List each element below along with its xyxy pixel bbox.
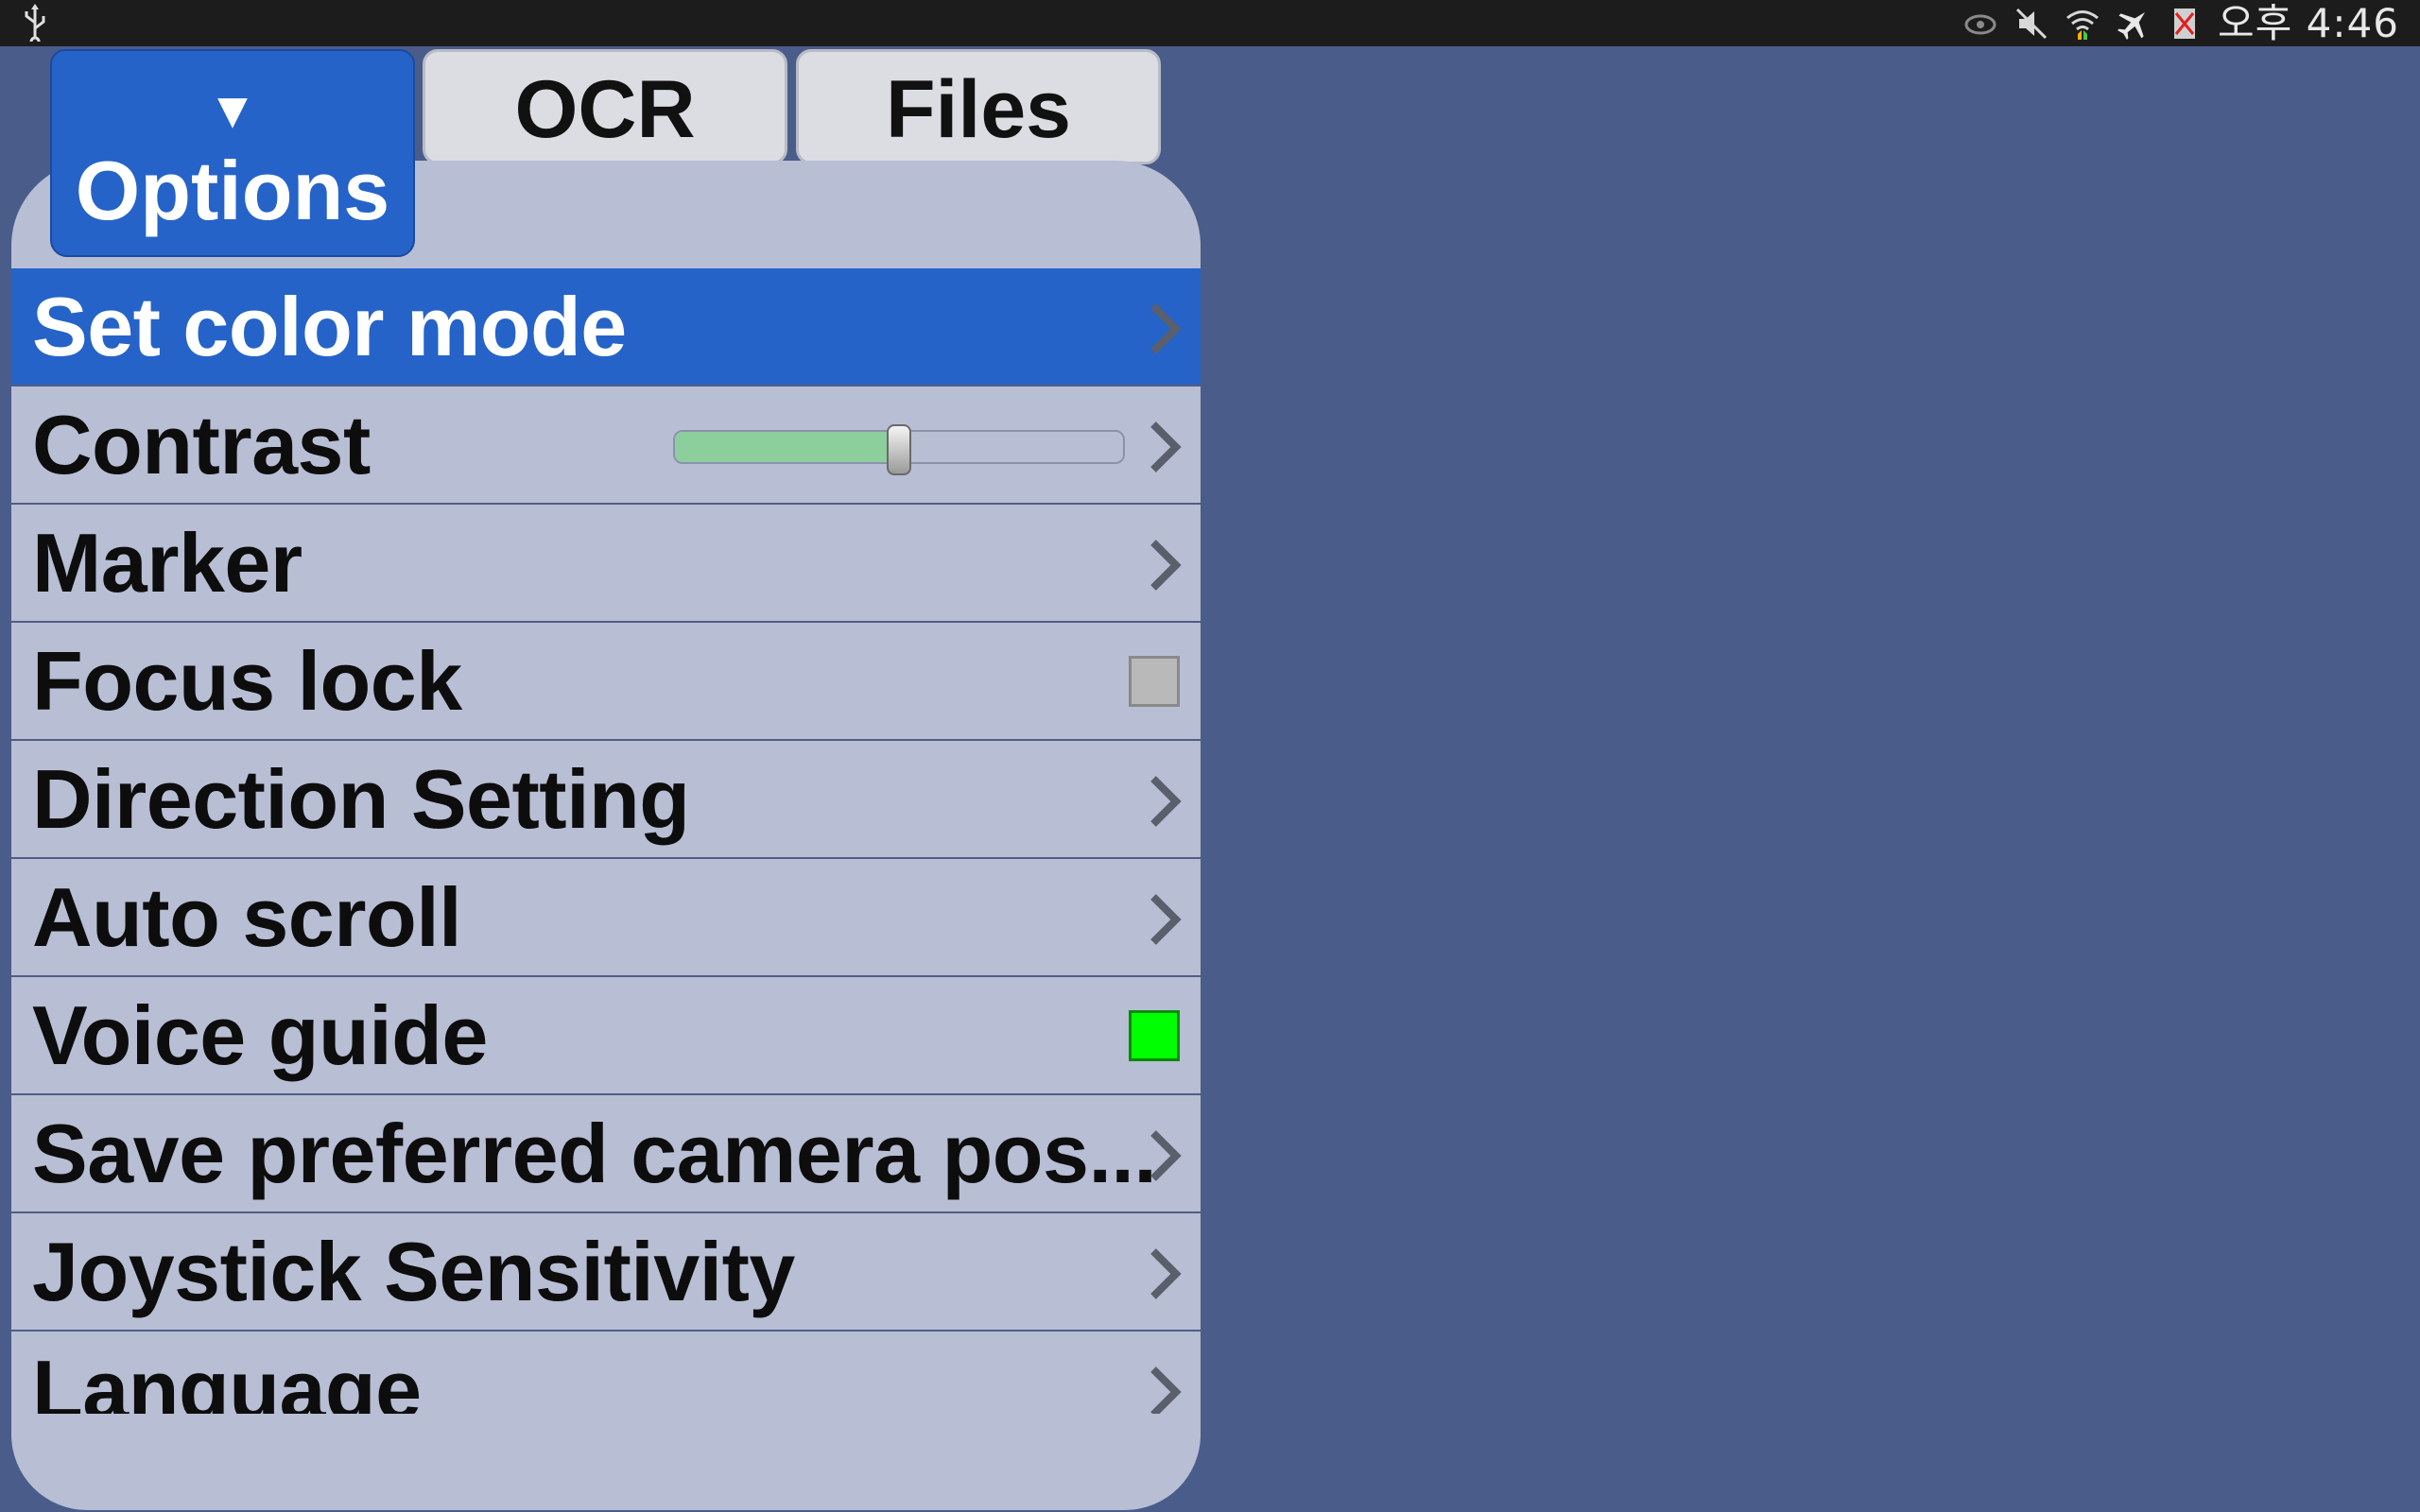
tab-files[interactable]: Files <box>796 49 1161 164</box>
tab-ocr[interactable]: OCR <box>423 49 787 164</box>
menu-item-label: Language <box>32 1342 422 1415</box>
menu-item-label: Voice guide <box>32 988 488 1082</box>
menu-item-auto-scroll[interactable]: Auto scroll <box>11 859 1201 977</box>
contrast-slider-fill <box>675 432 899 462</box>
wifi-icon <box>2066 9 2099 40</box>
tab-files-label: Files <box>886 64 1071 155</box>
menu-item-label: Direction Setting <box>32 751 690 846</box>
chevron-right-icon <box>1150 540 1182 591</box>
status-time: 오후 4:46 <box>2218 0 2399 46</box>
chevron-right-icon <box>1150 421 1182 472</box>
menu-item-label: Contrast <box>32 397 371 491</box>
usb-icon <box>21 4 49 49</box>
menu-item-set-color-mode[interactable]: Set color mode <box>11 268 1201 387</box>
contrast-slider-thumb[interactable] <box>887 424 911 475</box>
tab-options-label: Options <box>75 144 390 237</box>
tab-ocr-label: OCR <box>514 64 696 155</box>
dropdown-arrow-icon: ▼ <box>207 82 258 139</box>
tab-options[interactable]: ▼ Options <box>50 49 415 257</box>
menu-item-direction-setting[interactable]: Direction Setting <box>11 741 1201 859</box>
menu-item-voice-guide[interactable]: Voice guide <box>11 977 1201 1095</box>
mute-icon <box>2015 8 2048 39</box>
chevron-right-icon <box>1150 1366 1182 1414</box>
no-sim-icon <box>2174 8 2196 39</box>
status-bar: 오후 4:46 <box>0 0 2420 49</box>
options-panel: Set color mode Contrast Marker Focus loc… <box>11 161 1201 1510</box>
eye-icon <box>1964 14 1996 34</box>
menu-item-label: Joystick Sensitivity <box>32 1224 795 1318</box>
options-menu-list[interactable]: Set color mode Contrast Marker Focus loc… <box>11 268 1201 1414</box>
status-icons: 오후 4:46 <box>1962 0 2399 46</box>
menu-item-label: Set color mode <box>32 279 627 373</box>
menu-item-label: Auto scroll <box>32 869 462 964</box>
menu-item-label: Save preferred camera pos... <box>32 1106 1157 1200</box>
menu-item-marker[interactable]: Marker <box>11 505 1201 623</box>
menu-item-joystick-sensitivity[interactable]: Joystick Sensitivity <box>11 1213 1201 1332</box>
menu-item-save-camera-position[interactable]: Save preferred camera pos... <box>11 1095 1201 1213</box>
airplane-icon <box>2118 11 2146 40</box>
chevron-right-icon <box>1150 1130 1182 1181</box>
menu-item-focus-lock[interactable]: Focus lock <box>11 623 1201 741</box>
chevron-right-icon <box>1150 894 1182 945</box>
menu-item-label: Marker <box>32 515 302 610</box>
menu-item-contrast[interactable]: Contrast <box>11 387 1201 505</box>
chevron-right-icon <box>1150 303 1182 354</box>
chevron-right-icon <box>1150 1248 1182 1299</box>
menu-item-language[interactable]: Language <box>11 1332 1201 1414</box>
chevron-right-icon <box>1150 776 1182 827</box>
focus-lock-checkbox[interactable] <box>1129 656 1180 707</box>
menu-item-label: Focus lock <box>32 633 462 728</box>
voice-guide-checkbox[interactable] <box>1129 1010 1180 1061</box>
